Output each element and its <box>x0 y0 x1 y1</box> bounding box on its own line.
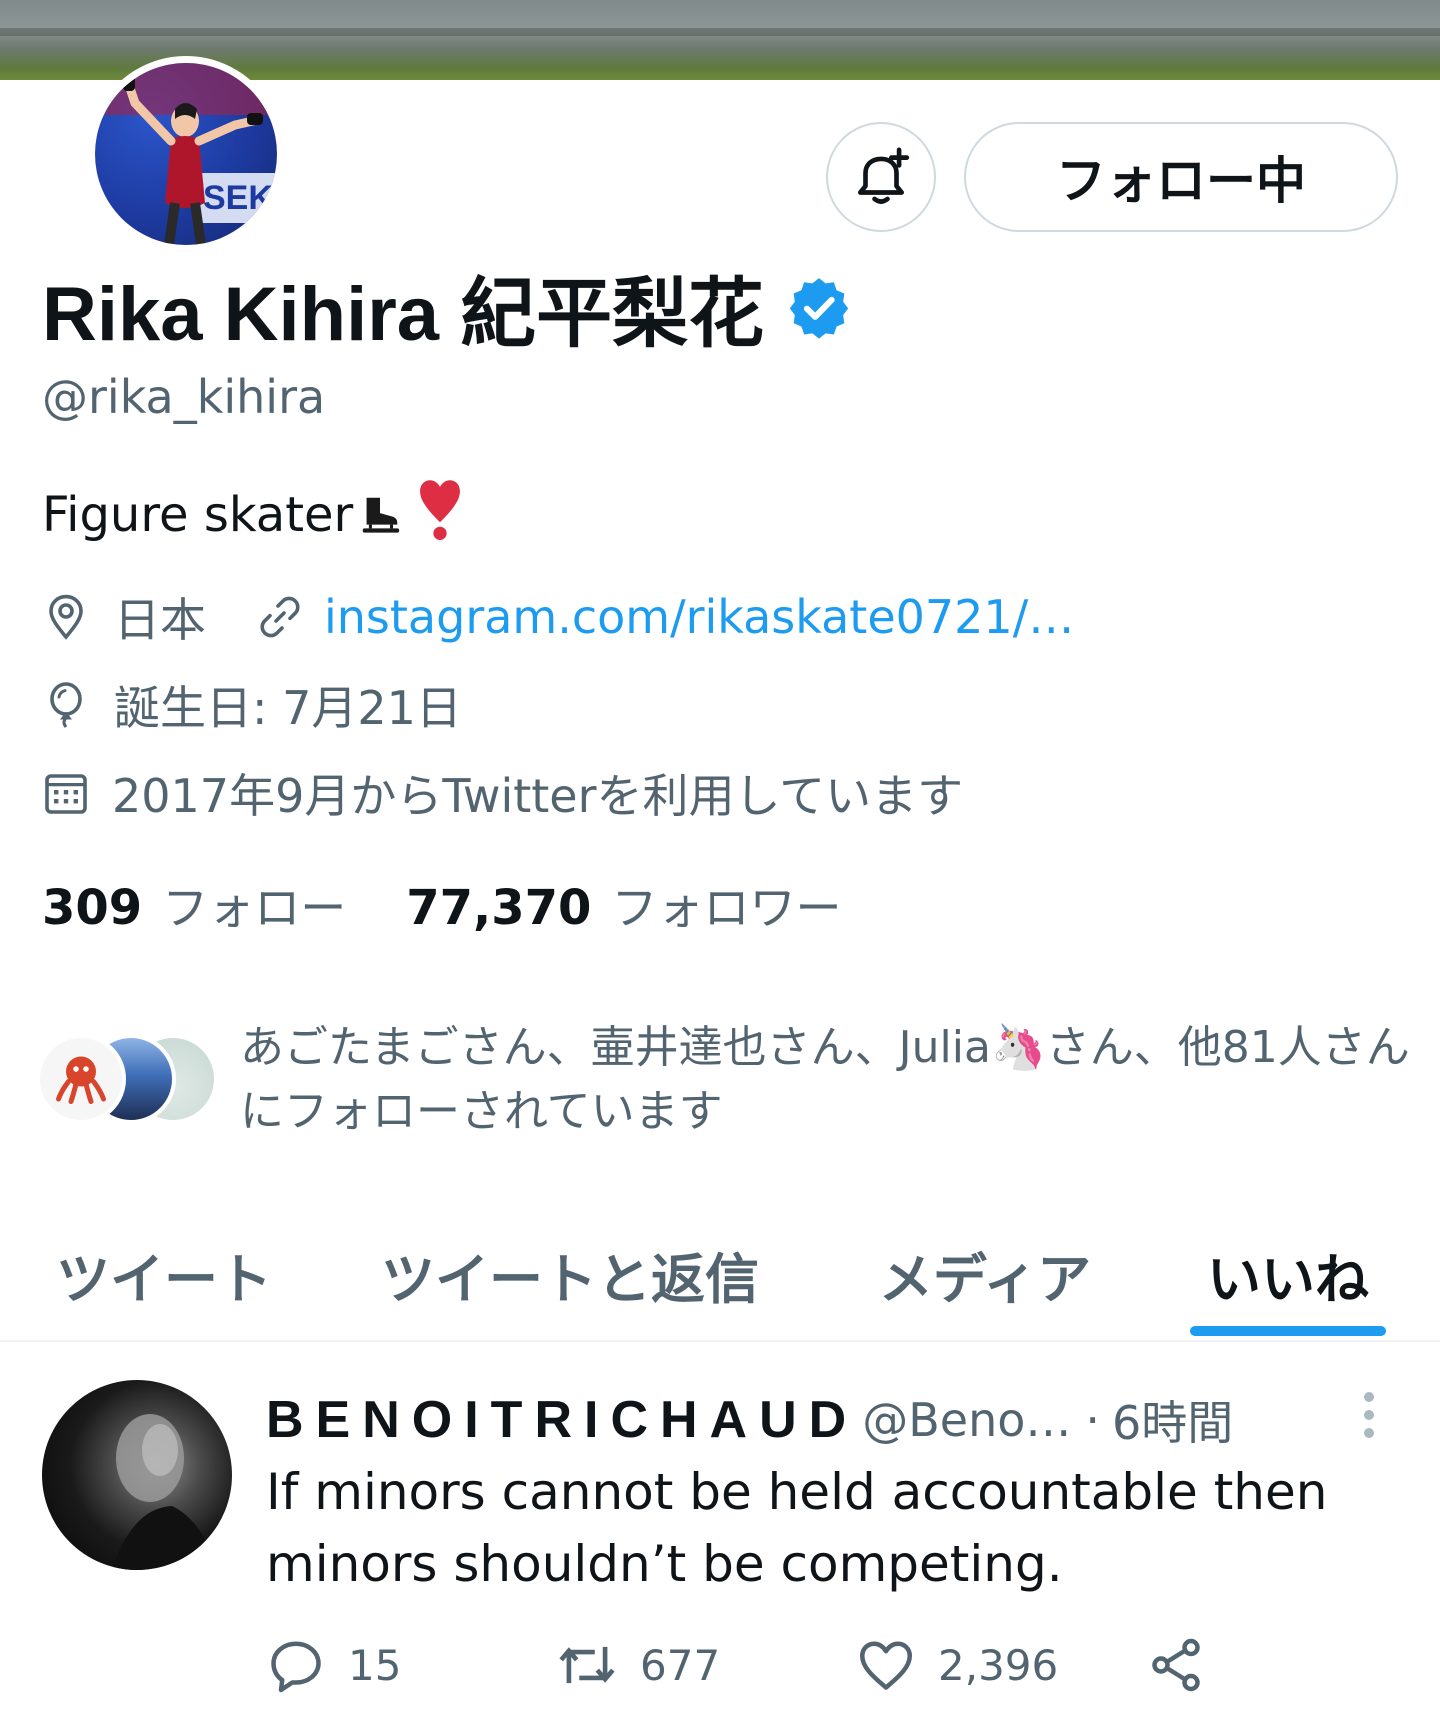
link-icon <box>260 596 300 638</box>
following-label: フォロー <box>162 881 347 935</box>
joined-text: 2017年9月からTwitterを利用しています <box>112 769 964 823</box>
profile-avatar[interactable]: SEK <box>88 56 284 252</box>
tweet-header: BENOITRICHAUD @Beno… · 6時間 <box>266 1380 1233 1460</box>
following-count: 309 <box>42 880 143 936</box>
heart-icon <box>860 1641 912 1690</box>
banner-detail <box>0 28 1440 36</box>
profile-tabs: ツイート ツイートと返信 メディア いいね <box>0 1208 1440 1342</box>
tweet-author-name[interactable]: BENOITRICHAUD <box>266 1390 858 1450</box>
website-link[interactable]: instagram.com/rikaskate0721/… <box>324 590 1074 644</box>
retweet-button[interactable]: 677 <box>556 1630 720 1700</box>
retweet-count: 677 <box>640 1640 721 1690</box>
tab-media[interactable]: メディア <box>850 1208 1120 1340</box>
profile-meta-birthday: 誕生日: 7月21日 <box>42 672 462 738</box>
followers-stat[interactable]: 77,370 フォロワー <box>406 872 841 938</box>
followers-label: フォロワー <box>611 881 842 935</box>
tweet-author-handle[interactable]: @Beno… <box>862 1393 1071 1447</box>
share-button[interactable] <box>1146 1630 1206 1700</box>
reply-icon <box>271 1641 321 1693</box>
tab-likes[interactable]: いいね <box>1190 1208 1386 1340</box>
ice-skate-icon <box>363 497 400 533</box>
more-options-icon[interactable] <box>1354 1392 1384 1452</box>
tweet-author-avatar[interactable] <box>42 1380 232 1570</box>
svg-text:SEK: SEK <box>203 179 273 217</box>
heart-exclamation-icon <box>417 478 463 552</box>
avatar-image: SEK <box>95 63 277 245</box>
profile-bio: Figure skater <box>42 478 463 552</box>
profile-handle: @rika_kihira <box>42 370 326 424</box>
active-tab-indicator <box>1190 1326 1386 1336</box>
share-icon <box>1152 1638 1200 1692</box>
mutual-avatar-3 <box>36 1034 126 1124</box>
profile-meta-location-website: 日本 instagram.com/rikaskate0721/… <box>42 584 1074 650</box>
reply-button[interactable]: 15 <box>266 1630 401 1700</box>
follow-stats: 309 フォロー 77,370 フォロワー <box>42 872 841 938</box>
location-text: 日本 <box>114 593 206 647</box>
tweet-actions: 15 677 2,396 <box>266 1630 1406 1700</box>
tweet-card[interactable]: BENOITRICHAUD @Beno… · 6時間 If minors can… <box>0 1344 1440 1728</box>
birthday-text: 誕生日: 7月21日 <box>114 681 462 735</box>
bell-plus-icon <box>858 147 910 204</box>
mutual-followers[interactable]: あごたまごさん、壷井達也さん、Julia🦄さん、他81人さんにフォローされていま… <box>36 1016 1416 1137</box>
location-pin-icon <box>49 594 83 640</box>
mutual-followers-text: あごたまごさん、壷井達也さん、Julia🦄さん、他81人さんにフォローされていま… <box>240 1022 1410 1137</box>
like-count: 2,396 <box>938 1640 1059 1690</box>
mutual-avatars <box>36 1034 226 1134</box>
tweet-text: If minors cannot be held accountable the… <box>266 1463 1328 1593</box>
calendar-icon <box>45 774 87 814</box>
bio-text: Figure skater <box>42 487 354 543</box>
followers-count: 77,370 <box>406 880 592 936</box>
reply-count: 15 <box>348 1640 402 1690</box>
profile-meta-joined: 2017年9月からTwitterを利用しています <box>42 760 963 826</box>
notify-button[interactable] <box>826 122 936 232</box>
following-stat[interactable]: 309 フォロー <box>42 872 346 938</box>
like-button[interactable]: 2,396 <box>856 1630 1058 1700</box>
verified-badge-icon <box>790 278 849 339</box>
retweet-icon <box>559 1646 615 1684</box>
display-name-text: Rika Kihira 紀平梨花 <box>42 272 765 357</box>
display-name: Rika Kihira 紀平梨花 <box>42 262 852 357</box>
tab-tweets-and-replies[interactable]: ツイートと返信 <box>360 1208 780 1340</box>
tweet-timestamp[interactable]: 6時間 <box>1112 1387 1233 1453</box>
tab-tweets[interactable]: ツイート <box>30 1208 298 1340</box>
balloon-icon <box>50 682 82 728</box>
tweet-separator: · <box>1085 1393 1100 1447</box>
following-button[interactable]: フォロー中 <box>964 122 1398 232</box>
